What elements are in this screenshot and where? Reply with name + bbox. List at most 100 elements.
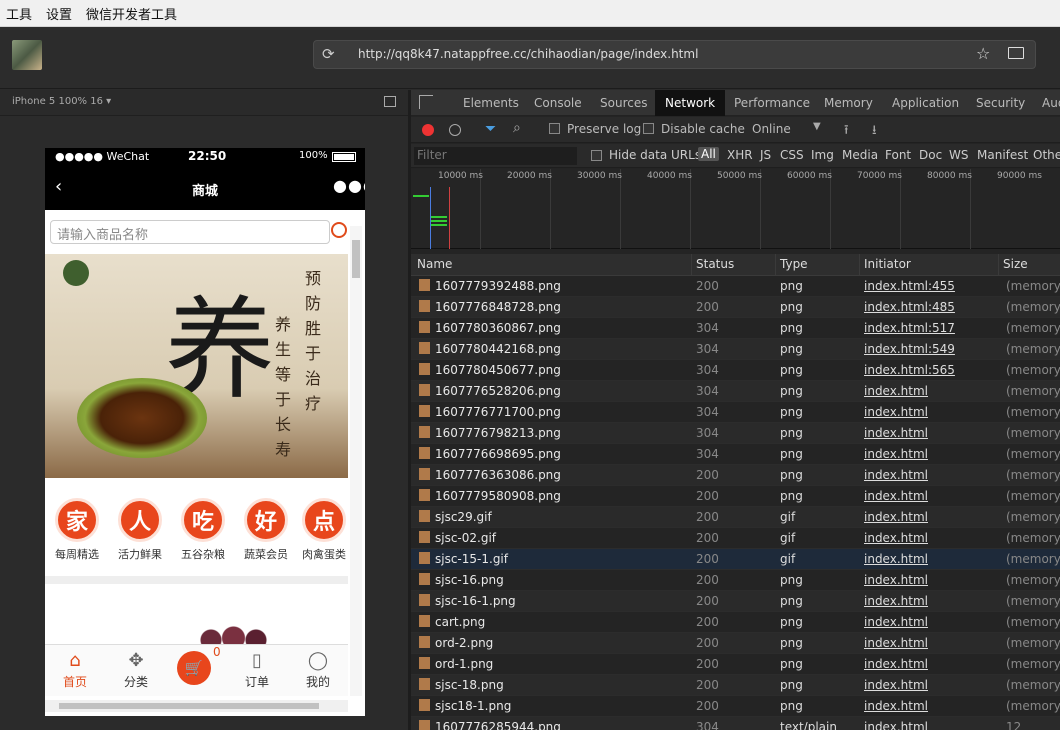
filter-ws[interactable]: WS: [949, 148, 968, 162]
clear-icon[interactable]: [449, 124, 461, 136]
table-row[interactable]: 1607779580908.png 200 png index.html (memory…: [411, 486, 1060, 507]
throttle-select[interactable]: Online: [752, 122, 791, 136]
search-icon[interactable]: ⌕: [513, 120, 521, 136]
product-image[interactable]: [45, 584, 348, 656]
col-status[interactable]: Status: [696, 257, 734, 271]
col-name[interactable]: Name: [417, 257, 452, 271]
filter-xhr[interactable]: XHR: [727, 148, 753, 162]
star-icon[interactable]: ☆: [976, 44, 990, 63]
col-initiator[interactable]: Initiator: [864, 257, 911, 271]
tab-profile[interactable]: ◯ 我的: [288, 649, 348, 690]
search-icon[interactable]: [331, 222, 347, 238]
request-initiator[interactable]: index.html: [864, 447, 928, 461]
menu-item-tools[interactable]: 工具: [6, 4, 32, 23]
horizontal-scrollbar[interactable]: [45, 700, 348, 712]
table-row[interactable]: sjsc-18.png 200 png index.html (memory c: [411, 675, 1060, 696]
vertical-scrollbar[interactable]: [350, 226, 362, 696]
tab-orders[interactable]: ▯ 订单: [227, 649, 287, 690]
request-initiator[interactable]: index.html: [864, 615, 928, 629]
tab-performance[interactable]: Performance: [724, 90, 820, 116]
table-row[interactable]: 1607776363086.png 200 png index.html (memory…: [411, 465, 1060, 486]
network-timeline[interactable]: 10000 ms 20000 ms 30000 ms 40000 ms 5000…: [411, 169, 1060, 249]
tab-audits[interactable]: Aud: [1032, 90, 1060, 116]
address-bar[interactable]: ⟳ http://qq8k47.natappfree.cc/chihaodian…: [313, 40, 1036, 69]
more-icon[interactable]: ●●●: [333, 176, 365, 195]
popout-icon[interactable]: [384, 96, 396, 107]
request-initiator[interactable]: index.html: [864, 468, 928, 482]
category-item[interactable]: 好 蔬菜会员: [236, 498, 296, 562]
search-input[interactable]: 请输入商品名称: [50, 220, 330, 244]
col-size[interactable]: Size: [1003, 257, 1028, 271]
hide-data-urls-checkbox[interactable]: [591, 150, 602, 161]
folder-icon[interactable]: [1008, 47, 1024, 59]
request-initiator[interactable]: index.html: [864, 657, 928, 671]
table-row[interactable]: 1607776798213.png 304 png index.html (memory…: [411, 423, 1060, 444]
request-initiator[interactable]: index.html:485: [864, 300, 955, 314]
menu-item-devtools[interactable]: 微信开发者工具: [86, 4, 177, 23]
project-avatar[interactable]: [12, 40, 42, 70]
filter-icon[interactable]: ⏷: [485, 121, 496, 137]
table-row[interactable]: ord-2.png 200 png index.html (memory c: [411, 633, 1060, 654]
request-initiator[interactable]: index.html:549: [864, 342, 955, 356]
filter-font[interactable]: Font: [885, 148, 911, 162]
request-initiator[interactable]: index.html:517: [864, 321, 955, 335]
filter-media[interactable]: Media: [842, 148, 878, 162]
tab-home[interactable]: ⌂ 首页: [45, 649, 105, 690]
request-initiator[interactable]: index.html: [864, 594, 928, 608]
request-initiator[interactable]: index.html: [864, 384, 928, 398]
table-row[interactable]: sjsc29.gif 200 gif index.html (memory c: [411, 507, 1060, 528]
reload-icon[interactable]: ⟳: [322, 45, 335, 63]
tab-elements[interactable]: Elements: [453, 90, 529, 116]
filter-css[interactable]: CSS: [780, 148, 804, 162]
request-initiator[interactable]: index.html: [864, 552, 928, 566]
col-type[interactable]: Type: [780, 257, 808, 271]
tab-memory[interactable]: Memory: [814, 90, 883, 116]
filter-js[interactable]: JS: [760, 148, 771, 162]
menu-item-settings[interactable]: 设置: [46, 4, 72, 23]
category-item[interactable]: 家 每周精选: [47, 498, 107, 562]
request-initiator[interactable]: index.html:455: [864, 279, 955, 293]
table-row[interactable]: 1607780442168.png 304 png index.html:549 (me…: [411, 339, 1060, 360]
filter-all[interactable]: All: [698, 147, 719, 161]
request-initiator[interactable]: index.html: [864, 489, 928, 503]
request-initiator[interactable]: index.html: [864, 531, 928, 545]
table-row[interactable]: sjsc18-1.png 200 png index.html (memory c: [411, 696, 1060, 717]
table-row[interactable]: 1607776698695.png 304 png index.html (memory…: [411, 444, 1060, 465]
table-row[interactable]: cart.png 200 png index.html (memory c: [411, 612, 1060, 633]
table-row[interactable]: 1607776771700.png 304 png index.html (memory…: [411, 402, 1060, 423]
table-row[interactable]: 1607780450677.png 304 png index.html:565 (me…: [411, 360, 1060, 381]
filter-input[interactable]: Filter: [414, 147, 577, 165]
request-initiator[interactable]: index.html: [864, 510, 928, 524]
url-text[interactable]: http://qq8k47.natappfree.cc/chihaodian/p…: [358, 47, 698, 61]
device-selector[interactable]: iPhone 5 100% 16 ▾: [12, 96, 111, 107]
dropdown-icon[interactable]: ▼: [813, 121, 821, 132]
table-row[interactable]: sjsc-02.gif 200 gif index.html (memory c: [411, 528, 1060, 549]
table-row[interactable]: 1607779392488.png 200 png index.html:455 (me…: [411, 276, 1060, 297]
filter-img[interactable]: Img: [811, 148, 834, 162]
filter-other[interactable]: Other: [1033, 148, 1060, 162]
tab-category[interactable]: ✥ 分类: [106, 649, 166, 690]
request-initiator[interactable]: index.html: [864, 573, 928, 587]
category-item[interactable]: 人 活力鲜果: [110, 498, 170, 562]
cart-button[interactable]: 🛒: [177, 651, 211, 685]
record-icon[interactable]: [422, 124, 434, 136]
table-row[interactable]: ord-1.png 200 png index.html (memory c: [411, 654, 1060, 675]
table-row[interactable]: 1607776285944.png 304 text/plain index.html…: [411, 717, 1060, 730]
filter-manifest[interactable]: Manifest: [977, 148, 1028, 162]
table-row[interactable]: sjsc-16-1.png 200 png index.html (memory c: [411, 591, 1060, 612]
export-icon[interactable]: ⭳: [872, 121, 877, 143]
disable-cache-checkbox[interactable]: [643, 123, 654, 134]
request-initiator[interactable]: index.html: [864, 720, 928, 730]
tab-network[interactable]: Network: [655, 90, 726, 116]
request-initiator[interactable]: index.html: [864, 405, 928, 419]
table-row[interactable]: sjsc-16.png 200 png index.html (memory c: [411, 570, 1060, 591]
request-initiator[interactable]: index.html: [864, 426, 928, 440]
request-initiator[interactable]: index.html:565: [864, 363, 955, 377]
preserve-log-checkbox[interactable]: [549, 123, 560, 134]
tab-console[interactable]: Console: [524, 90, 592, 116]
promo-banner[interactable]: 养 预防胜于治疗 养生等于长寿: [45, 254, 348, 478]
category-item[interactable]: 点 肉禽蛋类: [299, 498, 349, 562]
tab-sources[interactable]: Sources: [590, 90, 657, 116]
table-row[interactable]: sjsc-15-1.gif 200 gif index.html (memory c: [411, 549, 1060, 570]
category-item[interactable]: 吃 五谷杂粮: [173, 498, 233, 562]
